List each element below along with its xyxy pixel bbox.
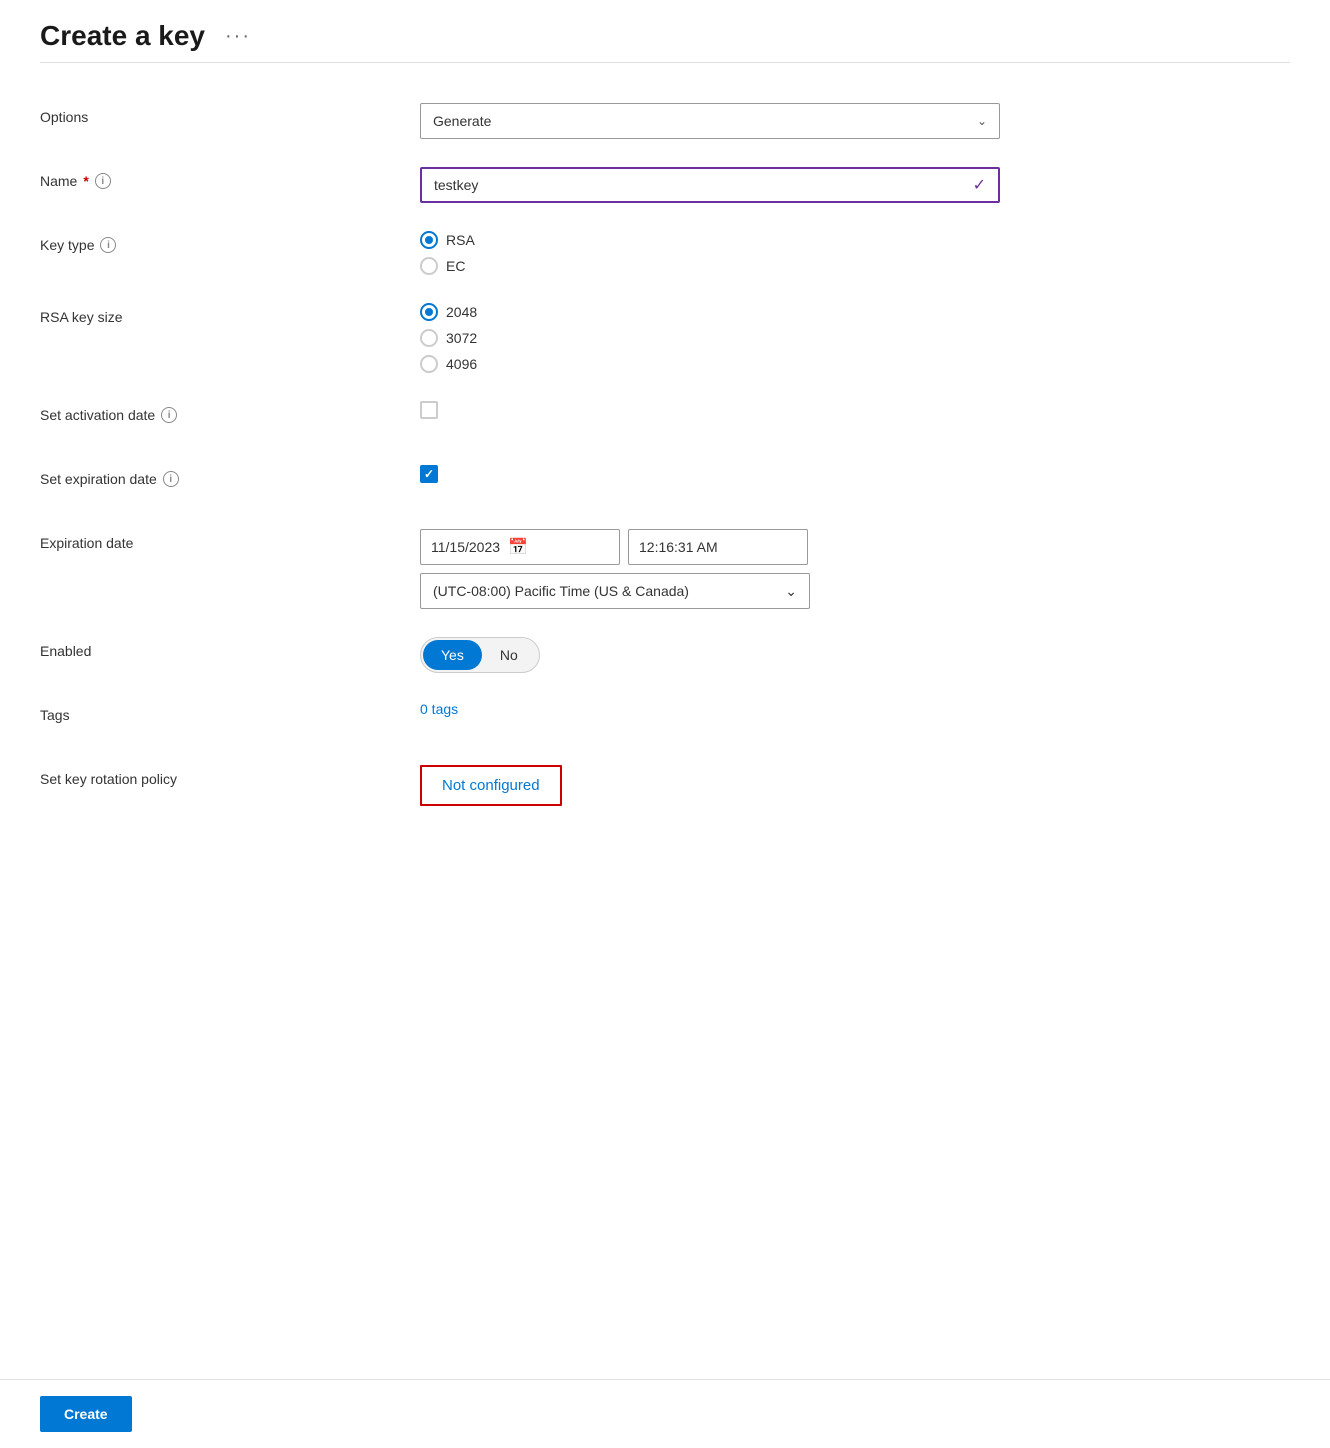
rsa-key-size-control: 2048 3072 4096 — [420, 303, 1240, 373]
enabled-row: Enabled Yes No — [40, 637, 1240, 673]
key-type-label: Key type i — [40, 231, 420, 253]
form-container: Options Generate ⌄ Name * i testkey ✓ — [40, 103, 1240, 806]
rsa-label: RSA — [446, 232, 475, 248]
ellipsis-button[interactable]: ··· — [217, 21, 259, 52]
options-control: Generate ⌄ — [420, 103, 1240, 139]
time-input[interactable]: 12:16:31 AM — [628, 529, 808, 565]
enabled-toggle[interactable]: Yes No — [420, 637, 540, 673]
name-control: testkey ✓ — [420, 167, 1240, 203]
key-rotation-control: Not configured — [420, 765, 1240, 806]
check-icon: ✓ — [973, 175, 986, 195]
rsa-key-size-label: RSA key size — [40, 303, 420, 325]
date-input[interactable]: 11/15/2023 📅 — [420, 529, 620, 565]
rsa-key-size-radio-group: 2048 3072 4096 — [420, 303, 1240, 373]
tags-link[interactable]: 0 tags — [420, 701, 458, 717]
key-rotation-label: Set key rotation policy — [40, 765, 420, 787]
activation-date-row: Set activation date i — [40, 401, 1240, 437]
rsa-key-size-row: RSA key size 2048 3072 4096 — [40, 303, 1240, 373]
name-info-icon[interactable]: i — [95, 173, 111, 189]
expiration-date-row: Set expiration date i — [40, 465, 1240, 501]
expiration-datetime-control: 11/15/2023 📅 12:16:31 AM (UTC-08:00) Pac… — [420, 529, 1240, 609]
page-header: Create a key ··· — [40, 20, 1290, 63]
expiration-datetime-label: Expiration date — [40, 529, 420, 551]
rsa-4096-option[interactable]: 4096 — [420, 355, 1240, 373]
options-label: Options — [40, 103, 420, 125]
activation-info-icon[interactable]: i — [161, 407, 177, 423]
tags-row: Tags 0 tags — [40, 701, 1240, 737]
ec-label: EC — [446, 258, 465, 274]
activation-date-checkbox[interactable] — [420, 401, 438, 419]
ec-radio-button[interactable] — [420, 257, 438, 275]
rsa-radio-button[interactable] — [420, 231, 438, 249]
activation-date-label: Set activation date i — [40, 401, 420, 423]
not-configured-link[interactable]: Not configured — [420, 765, 562, 806]
footer-bar: Create — [0, 1379, 1330, 1448]
chevron-down-icon: ⌄ — [977, 114, 987, 128]
date-time-inputs: 11/15/2023 📅 12:16:31 AM — [420, 529, 1240, 565]
rsa-3072-label: 3072 — [446, 330, 477, 346]
rsa-2048-option[interactable]: 2048 — [420, 303, 1240, 321]
page-title: Create a key — [40, 20, 205, 52]
rsa-3072-radio[interactable] — [420, 329, 438, 347]
expiration-datetime-row: Expiration date 11/15/2023 📅 12:16:31 AM… — [40, 529, 1240, 609]
toggle-yes-button[interactable]: Yes — [423, 640, 482, 670]
key-type-rsa-option[interactable]: RSA — [420, 231, 1240, 249]
name-label: Name * i — [40, 167, 420, 189]
name-row: Name * i testkey ✓ — [40, 167, 1240, 203]
rsa-2048-label: 2048 — [446, 304, 477, 320]
rsa-3072-option[interactable]: 3072 — [420, 329, 1240, 347]
name-input[interactable]: testkey ✓ — [420, 167, 1000, 203]
timezone-dropdown[interactable]: (UTC-08:00) Pacific Time (US & Canada) ⌄ — [420, 573, 810, 609]
toggle-no-button[interactable]: No — [482, 640, 536, 670]
expiration-date-control — [420, 465, 1240, 483]
enabled-control: Yes No — [420, 637, 1240, 673]
key-type-ec-option[interactable]: EC — [420, 257, 1240, 275]
options-dropdown[interactable]: Generate ⌄ — [420, 103, 1000, 139]
timezone-chevron-icon: ⌄ — [785, 583, 797, 600]
key-rotation-row: Set key rotation policy Not configured — [40, 765, 1240, 806]
key-type-radio-group: RSA EC — [420, 231, 1240, 275]
rsa-4096-label: 4096 — [446, 356, 477, 372]
required-indicator: * — [83, 173, 88, 189]
enabled-label: Enabled — [40, 637, 420, 659]
tags-label: Tags — [40, 701, 420, 723]
calendar-icon: 📅 — [508, 537, 528, 557]
rsa-2048-radio[interactable] — [420, 303, 438, 321]
create-button[interactable]: Create — [40, 1396, 132, 1432]
tags-control: 0 tags — [420, 701, 1240, 717]
expiration-date-checkbox[interactable] — [420, 465, 438, 483]
rsa-4096-radio[interactable] — [420, 355, 438, 373]
key-type-info-icon[interactable]: i — [100, 237, 116, 253]
expiration-date-label: Set expiration date i — [40, 465, 420, 487]
key-type-row: Key type i RSA EC — [40, 231, 1240, 275]
options-row: Options Generate ⌄ — [40, 103, 1240, 139]
key-type-control: RSA EC — [420, 231, 1240, 275]
expiration-info-icon[interactable]: i — [163, 471, 179, 487]
activation-date-control — [420, 401, 1240, 419]
